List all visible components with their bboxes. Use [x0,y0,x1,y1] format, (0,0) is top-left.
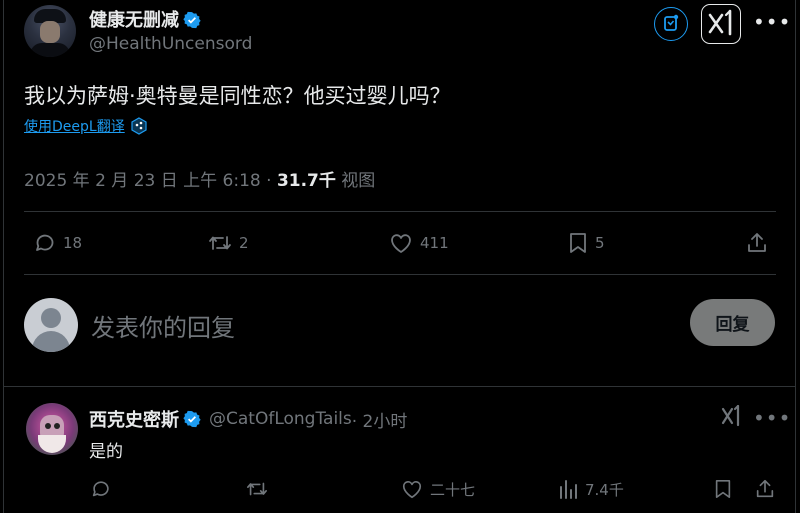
right-border [795,0,796,513]
reply-count: 18 [63,234,83,252]
comment-bookmark-action[interactable] [713,478,733,500]
repost-icon [209,236,231,250]
more-icon[interactable]: ••• [753,10,791,34]
current-user-avatar[interactable] [24,298,78,352]
views-icon [560,480,577,499]
divider [24,211,776,212]
bookmark-action[interactable]: 5 [567,231,605,255]
reply-input[interactable]: 发表你的回复 [91,308,235,343]
repost-action[interactable]: 2 [207,231,249,255]
translate-link[interactable]: 使用DeepL翻译 [24,116,125,136]
repost-icon [247,482,267,496]
comment-share-action[interactable] [754,478,776,500]
like-icon [391,234,411,253]
comment-repost-action[interactable] [245,478,269,500]
like-icon [402,481,422,499]
deepl-icon [131,117,147,135]
like-action[interactable]: 411 [388,231,449,255]
reply-icon [92,481,109,497]
translate-row[interactable]: 使用DeepL翻译 [24,116,147,136]
left-border [3,0,4,513]
comment-views-action[interactable]: 7.4千 [557,478,624,500]
grok-icon [664,14,679,31]
bookmark-count: 5 [595,234,605,252]
comment-xai-button[interactable] [721,404,743,431]
bookmark-icon [570,233,586,253]
comment-more-icon[interactable]: ••• [753,406,791,430]
verified-badge-icon [183,11,201,29]
commenter-name[interactable]: 西克史密斯 [89,406,179,432]
grok-button[interactable] [654,7,688,41]
xai-button[interactable] [701,4,741,44]
reply-action[interactable]: 18 [33,231,82,255]
author-name[interactable]: 健康无删减 [89,10,179,31]
comment-text: 是的 [89,442,123,462]
comment-reply-action[interactable] [90,478,112,500]
share-icon [748,233,766,252]
commenter-handle[interactable]: @CatOfLongTails [209,409,352,429]
xai-icon [708,9,732,36]
repost-count: 2 [239,234,249,252]
bookmark-icon [715,480,731,498]
comment-time[interactable]: · 2小时 [352,407,408,432]
comment-like-count: 二十七 [430,480,476,499]
reply-icon [36,234,54,251]
divider [3,386,796,387]
author-handle[interactable]: @HealthUncensord [89,34,252,54]
share-icon [756,479,774,498]
post-text: 我以为萨姆·奥特曼是同性恋？他买过婴儿吗？ [24,84,451,108]
post-meta: 2025 年 2 月 23 日 上午 6:18 · 31.7千 视图 [24,166,375,191]
views-count: 31.7千 [276,171,336,191]
author-avatar[interactable] [24,5,76,57]
verified-badge-icon [183,410,201,428]
comment-view-count: 7.4千 [585,480,624,499]
comment-header: 西克史密斯 @CatOfLongTails · 2小时 [89,406,407,432]
author-name-row[interactable]: 健康无删减 [89,6,201,32]
reply-submit-button[interactable]: 回复 [690,299,775,346]
xai-icon [721,404,740,427]
commenter-avatar[interactable] [26,403,78,455]
views-label: 视图 [335,171,376,191]
comment-like-action[interactable]: 二十七 [400,478,475,500]
post-date[interactable]: 2025 年 2 月 23 日 上午 6:18 · [24,171,277,191]
like-count: 411 [420,234,449,252]
divider [24,274,776,275]
share-action[interactable] [745,231,769,255]
